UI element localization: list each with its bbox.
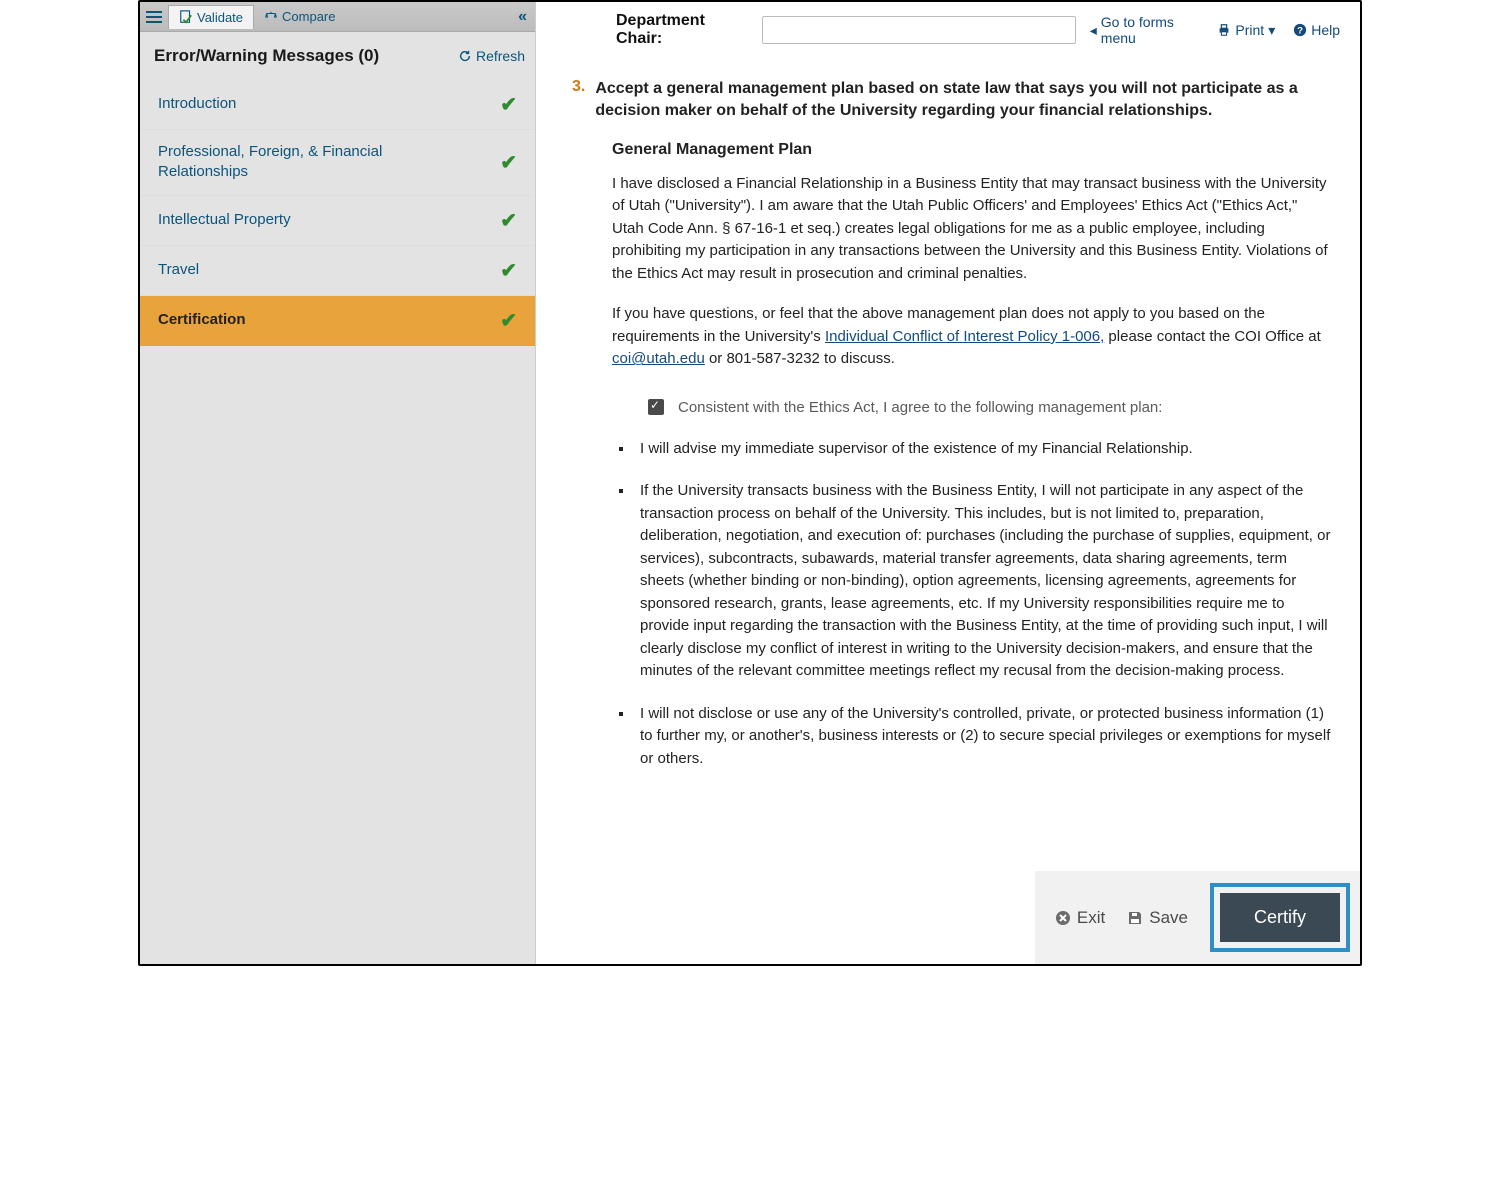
email-link[interactable]: coi@utah.edu [612,350,705,367]
print-icon [1217,23,1231,37]
question-text: Accept a general management plan based o… [595,78,1332,123]
agree-text: Consistent with the Ethics Act, I agree … [678,399,1162,416]
save-button[interactable]: Save [1127,908,1188,928]
sub-heading: General Management Plan [612,141,1332,159]
refresh-label: Refresh [476,48,525,64]
footer: Exit Save Certify [1035,871,1360,964]
toplinks: ◂ Go to forms menu Print ▾ ? Help [1090,14,1340,46]
sidebar-item-label: Certification [158,310,246,330]
sidebar-item-label: Intellectual Property [158,210,291,230]
chevron-down-icon: ▾ [1268,22,1275,39]
tab-compare[interactable]: Compare [254,5,345,28]
error-header: Error/Warning Messages (0) Refresh [140,32,535,80]
forms-menu-link[interactable]: ◂ Go to forms menu [1090,14,1200,46]
topbar: Department Chair: ◂ Go to forms menu Pri… [536,2,1360,58]
nav-list: Introduction ✔ Professional, Foreign, & … [140,80,535,346]
print-button[interactable]: Print ▾ [1217,22,1275,39]
forms-menu-label: Go to forms menu [1101,14,1200,46]
collapse-sidebar-icon[interactable]: « [518,8,527,26]
compare-icon [264,10,278,24]
error-warning-title: Error/Warning Messages (0) [154,46,379,66]
help-button[interactable]: ? Help [1293,22,1340,38]
tab-compare-label: Compare [282,9,335,24]
certify-button[interactable]: Certify [1220,893,1340,942]
bullet-list: I will advise my immediate supervisor of… [634,438,1332,771]
sidebar-item-travel[interactable]: Travel ✔ [140,246,535,296]
refresh-button[interactable]: Refresh [458,48,525,64]
sidebar: Validate Compare « Error/Warning Message… [140,2,536,964]
sidebar-item-label: Introduction [158,94,236,114]
paragraph-2: If you have questions, or feel that the … [612,303,1332,371]
tab-validate[interactable]: Validate [168,5,254,29]
tab-validate-label: Validate [197,10,243,25]
question-number: 3. [572,78,585,123]
check-icon: ✔ [500,150,517,175]
check-icon: ✔ [500,208,517,233]
tabbar: Validate Compare « [140,2,535,32]
dept-chair-label: Department Chair: [616,12,748,48]
exit-label: Exit [1077,908,1105,928]
help-icon: ? [1293,23,1307,37]
refresh-icon [458,49,472,63]
svg-text:?: ? [1297,26,1303,37]
question-row: 3. Accept a general management plan base… [572,78,1332,123]
bullet-item: If the University transacts business wit… [634,480,1332,683]
dept-chair-input[interactable] [762,16,1075,44]
app-frame: Validate Compare « Error/Warning Message… [138,0,1362,966]
close-icon [1055,910,1071,926]
para2-b: please contact the COI Office at [1104,328,1321,345]
agree-row: Consistent with the Ethics Act, I agree … [648,399,1332,416]
save-label: Save [1149,908,1188,928]
policy-link[interactable]: Individual Conflict of Interest Policy 1… [825,328,1104,345]
help-label: Help [1311,22,1340,38]
sidebar-item-label: Travel [158,260,199,280]
agree-checkbox[interactable] [648,399,664,415]
validate-icon [179,10,193,24]
main-panel: Department Chair: ◂ Go to forms menu Pri… [536,2,1360,964]
sidebar-item-label: Professional, Foreign, & Financial Relat… [158,142,418,183]
sidebar-item-certification[interactable]: Certification ✔ [140,296,535,346]
check-icon: ✔ [500,92,517,117]
check-icon: ✔ [500,258,517,283]
content-area: 3. Accept a general management plan base… [536,58,1360,964]
check-icon: ✔ [500,308,517,333]
menu-icon[interactable] [146,11,168,23]
certify-highlight: Certify [1210,883,1350,952]
bullet-item: I will advise my immediate supervisor of… [634,438,1332,461]
save-icon [1127,910,1143,926]
sidebar-item-ip[interactable]: Intellectual Property ✔ [140,196,535,246]
paragraph-1: I have disclosed a Financial Relationshi… [612,173,1332,286]
bullet-item: I will not disclose or use any of the Un… [634,703,1332,771]
print-label: Print [1235,22,1264,38]
para2-c: or 801-587-3232 to discuss. [705,350,895,367]
exit-button[interactable]: Exit [1055,908,1105,928]
sidebar-item-professional[interactable]: Professional, Foreign, & Financial Relat… [140,130,535,196]
chevron-left-icon: ◂ [1090,22,1097,39]
sidebar-item-introduction[interactable]: Introduction ✔ [140,80,535,130]
